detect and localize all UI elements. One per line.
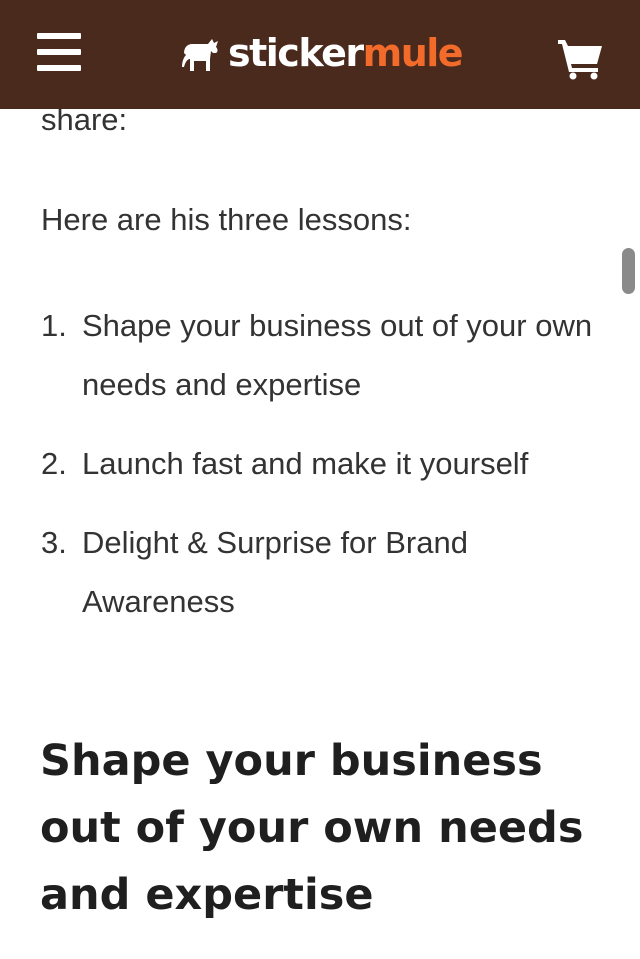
- shopping-cart-icon[interactable]: [556, 36, 604, 80]
- scrollbar-thumb[interactable]: [622, 248, 635, 294]
- list-item: 1. Shape your business out of your own n…: [41, 296, 601, 414]
- list-item-number: 2.: [41, 446, 67, 481]
- list-item-number: 1.: [41, 308, 67, 343]
- logo-text-sticker: sticker: [228, 31, 364, 75]
- article-content: share: Here are his three lessons: 1. Sh…: [0, 0, 640, 959]
- stickermule-logo[interactable]: sticker mule: [180, 28, 464, 78]
- lessons-list: 1. Shape your business out of your own n…: [41, 296, 601, 651]
- list-item-text: Delight & Surprise for Brand Awareness: [82, 525, 468, 619]
- section-heading: Shape your business out of your own need…: [40, 736, 584, 920]
- list-item-text: Launch fast and make it yourself: [82, 446, 529, 481]
- list-item-text: Shape your business out of your own need…: [82, 308, 593, 402]
- lessons-intro: Here are his three lessons:: [41, 202, 412, 237]
- logo-text-mule: mule: [362, 31, 464, 75]
- list-item: 3. Delight & Surprise for Brand Awarenes…: [41, 513, 601, 631]
- list-item: 2. Launch fast and make it yourself: [41, 434, 601, 493]
- list-item-number: 3.: [41, 525, 67, 560]
- hamburger-menu-icon[interactable]: [37, 33, 81, 73]
- site-header: sticker mule: [0, 0, 640, 109]
- mule-icon: [182, 39, 218, 71]
